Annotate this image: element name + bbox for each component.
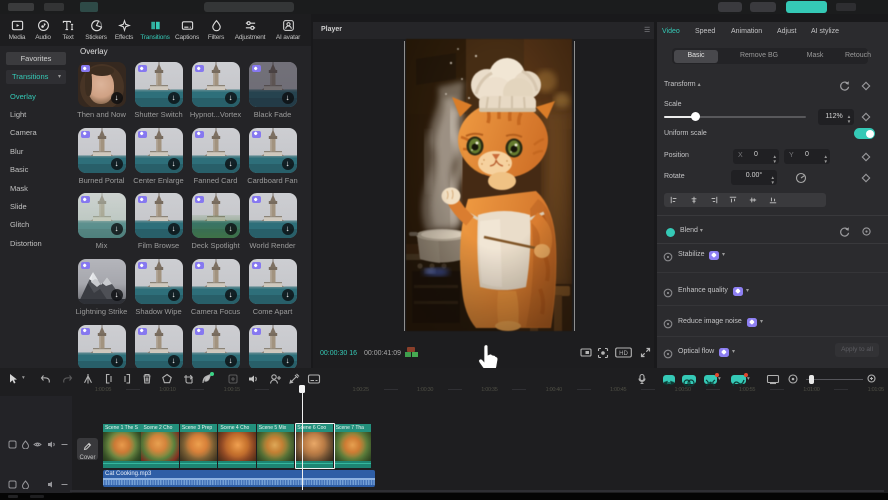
svg-text:HD: HD: [619, 351, 628, 357]
